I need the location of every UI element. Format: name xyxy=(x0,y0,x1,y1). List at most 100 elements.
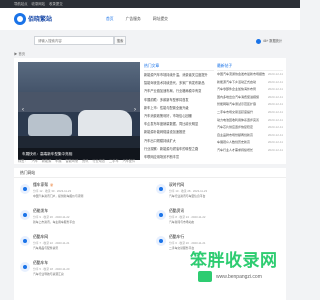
list-item[interactable]: 汽车出口规模持续扩大 xyxy=(144,137,214,145)
site-desc: 汽车用品与配件资讯 xyxy=(33,246,59,250)
post-title: 动力电池回收利用体系逐步完善 xyxy=(217,117,260,122)
tag-item[interactable]: 汽车配件 xyxy=(122,159,135,163)
site-desc: 新车上市资讯，车主用车服务平台 xyxy=(33,220,75,224)
post-date: 2023-12-11 xyxy=(267,94,283,99)
post-title: 汽车零部件企业加快海外布局 xyxy=(217,87,257,92)
image-slider[interactable]: ‹ › 车展快讯：高端新车型集中亮相 xyxy=(18,62,140,160)
site-card[interactable]: 佰酷资讯 分享 8 · 收录 24 · 2023-11-22 汽车新闻与市场动态 xyxy=(156,208,276,232)
list-item[interactable]: 智能驾驶技术持续迭代，多家厂商发布新品 xyxy=(144,79,214,87)
search-input[interactable] xyxy=(34,36,114,45)
site-meta: 分享 8 · 收录 24 · 2023-11-22 xyxy=(169,215,206,219)
list-item[interactable]: 汽车产业链加速布局，行业格局稳中有变 xyxy=(144,87,214,95)
list-item[interactable]: 自主品牌市场份额再创新高 2023-12-11 xyxy=(217,132,283,140)
list-item[interactable]: 车展前瞻：多款新车型即将首发 xyxy=(144,96,214,104)
nav-item-home[interactable]: 首页 xyxy=(106,8,114,30)
stats-badge[interactable]: 46+ 数据统计 xyxy=(256,38,296,45)
site-meta: 分享 7 · 收录 22 · 2023-11-21 xyxy=(33,241,70,245)
list-item[interactable]: 汽车消费政策利好，市场信心回暖 xyxy=(144,112,214,120)
site-icon xyxy=(156,184,166,194)
post-date: 2023-12-11 xyxy=(267,79,283,84)
list-item[interactable]: 新车上市：性能与配置全面升级 xyxy=(144,104,214,112)
hot-news: 热门文章 新能源汽车市场持续升温，消费者关注度提升 智能驾驶技术持续迭代，多家厂… xyxy=(144,62,214,160)
site-card[interactable]: 懂车家帮新 分享 12 · 收录 30 · 2023-11-23 中国汽车资讯门… xyxy=(20,182,140,206)
list-item[interactable]: 新能源补能网络建设加速推进 xyxy=(144,128,214,136)
site-icon xyxy=(156,236,166,246)
latest-posts: 最新帖子 中国汽车流通协会发布最新市场报告 2023-12-11 新能源汽车下乡活… xyxy=(217,62,283,160)
list-item[interactable]: 动力电池回收利用体系逐步完善 2023-12-11 xyxy=(217,117,283,125)
site-desc: 汽车行业资讯与车型信息平台 xyxy=(169,194,206,198)
post-date: 2023-12-11 xyxy=(267,102,283,107)
post-title: 中国汽车流通协会发布最新市场报告 xyxy=(217,72,266,76)
post-date: 2023-12-11 xyxy=(267,132,283,137)
tag-item[interactable]: 车展 xyxy=(55,159,61,163)
breadcrumb[interactable]: ▶ 首页 xyxy=(14,51,25,56)
site-desc: 汽车新闻与市场动态 xyxy=(169,220,195,224)
list-item[interactable]: 二手车市场交易活跃度提升 2023-12-11 xyxy=(217,109,283,117)
site-name: 佰酷车行 xyxy=(169,235,185,239)
logo-text: 佰晓繁站 xyxy=(28,17,53,23)
tag-bar: 标签： 汽车 新能源 车展 智能驾驶 资讯 行业动态 二手车 汽车配件 xyxy=(14,157,286,165)
post-title: 汽车行业人才需求持续增长 xyxy=(217,147,254,152)
site-card[interactable]: 佰能发车 分享 9 · 收录 26 · 2023-11-22 新车上市资讯，车主… xyxy=(20,208,140,232)
new-badge: 新 xyxy=(50,183,54,187)
site-name: 佰酷车网 xyxy=(33,235,49,239)
post-date: 2023-12-11 xyxy=(267,140,283,145)
site-name: 驭时代网 xyxy=(169,183,185,187)
tag-label: 标签： xyxy=(18,159,28,163)
list-item[interactable]: 车企发布年度销量数据，同比增长明显 xyxy=(144,120,214,128)
logo-icon xyxy=(14,13,26,25)
tag-item[interactable]: 新能源 xyxy=(42,159,52,163)
main-nav: 首页 广告服务 网址提交 xyxy=(106,8,180,30)
list-item[interactable]: 车展观众人数创历史新高 2023-12-11 xyxy=(217,139,283,147)
list-item[interactable]: 新能源汽车市场持续升温，消费者关注度提升 xyxy=(144,71,214,79)
site-card[interactable]: 驭时代网 分享 10 · 收录 28 · 2023-11-23 汽车行业资讯与车… xyxy=(156,182,276,206)
list-item[interactable]: 国内多地出台汽车消费促进措施 2023-12-11 xyxy=(217,94,283,102)
site-card[interactable]: 佰酷车车 分享 5 · 收录 18 · 2023-11-20 汽车行业导航与资源… xyxy=(20,260,140,284)
chevron-left-icon[interactable]: ‹ xyxy=(20,106,26,114)
post-date: 2023-12-11 xyxy=(267,117,283,122)
site-logo[interactable]: 佰晓繁站 xyxy=(14,12,53,26)
stats-icon xyxy=(256,39,261,44)
site-name: 佰酷车车 xyxy=(33,261,49,265)
tag-item[interactable]: 资讯 xyxy=(82,159,88,163)
nav-item-submit[interactable]: 网址提交 xyxy=(153,8,168,30)
watermark-text: 笨胖收录网 xyxy=(190,251,278,270)
site-icon xyxy=(156,210,166,220)
site-name-wrap: 懂车家帮新 xyxy=(33,183,53,188)
list-item[interactable]: 汽车零部件企业加快海外布局 2023-12-11 xyxy=(217,86,283,94)
list-item[interactable]: 中国汽车流通协会发布最新市场报告 2023-12-11 xyxy=(217,71,283,79)
search-button[interactable]: 搜索 xyxy=(114,36,126,45)
post-title: 国内多地出台汽车消费促进措施 xyxy=(217,94,260,99)
watermark: 笨胖收录网 www.benpangzi.com xyxy=(190,238,300,300)
post-title: 二手车市场交易活跃度提升 xyxy=(217,109,254,114)
site-card[interactable]: 佰酷车网 分享 7 · 收录 22 · 2023-11-21 汽车用品与配件资讯 xyxy=(20,234,140,258)
list-item[interactable]: 汽车行业人才需求持续增长 2023-12-11 xyxy=(217,147,283,155)
site-icon xyxy=(20,236,30,246)
main-content: ‹ › 车展快讯：高端新车型集中亮相 热门文章 新能源汽车市场持续升温，消费者关… xyxy=(14,58,286,164)
post-title: 自主品牌市场份额再创新高 xyxy=(217,132,254,137)
site-icon xyxy=(20,184,30,194)
stats-label: 46+ 数据统计 xyxy=(263,39,283,43)
list-item[interactable]: 新能源汽车下乡活动正式启动 2023-12-11 xyxy=(217,79,283,87)
tag-item[interactable]: 二手车 xyxy=(109,159,119,163)
slide-hall xyxy=(18,92,140,112)
list-item[interactable]: 行业观察：新能源与燃油车的转型之路 xyxy=(144,145,214,153)
nav-item-ads[interactable]: 广告服务 xyxy=(126,8,141,30)
topbar-link-3[interactable]: 收录提交 xyxy=(49,2,63,6)
tag-item[interactable]: 汽车 xyxy=(31,159,37,163)
tag-item[interactable]: 智能驾驶 xyxy=(65,159,78,163)
chevron-right-icon[interactable]: › xyxy=(132,106,138,114)
site-icon xyxy=(20,262,30,272)
topbar-link-1[interactable]: 导航站点 xyxy=(14,2,28,6)
topbar-link-2[interactable]: 收录网站 xyxy=(32,2,46,6)
latest-posts-title: 最新帖子 xyxy=(217,62,283,71)
slide-car-right xyxy=(78,110,132,138)
site-desc: 汽车行业导航与资源汇总 xyxy=(33,272,64,276)
site-meta: 分享 12 · 收录 30 · 2023-11-23 xyxy=(33,189,72,193)
watermark-badge-icon xyxy=(198,271,212,282)
tag-item[interactable]: 行业动态 xyxy=(92,159,105,163)
list-item[interactable]: 智能网联汽车测试示范区扩容 2023-12-11 xyxy=(217,101,283,109)
site-meta: 分享 5 · 收录 18 · 2023-11-20 xyxy=(33,267,70,271)
watermark-url: www.benpangzi.com xyxy=(216,274,262,280)
list-item[interactable]: 汽车芯片供应逐步恢复稳定 2023-12-11 xyxy=(217,124,283,132)
